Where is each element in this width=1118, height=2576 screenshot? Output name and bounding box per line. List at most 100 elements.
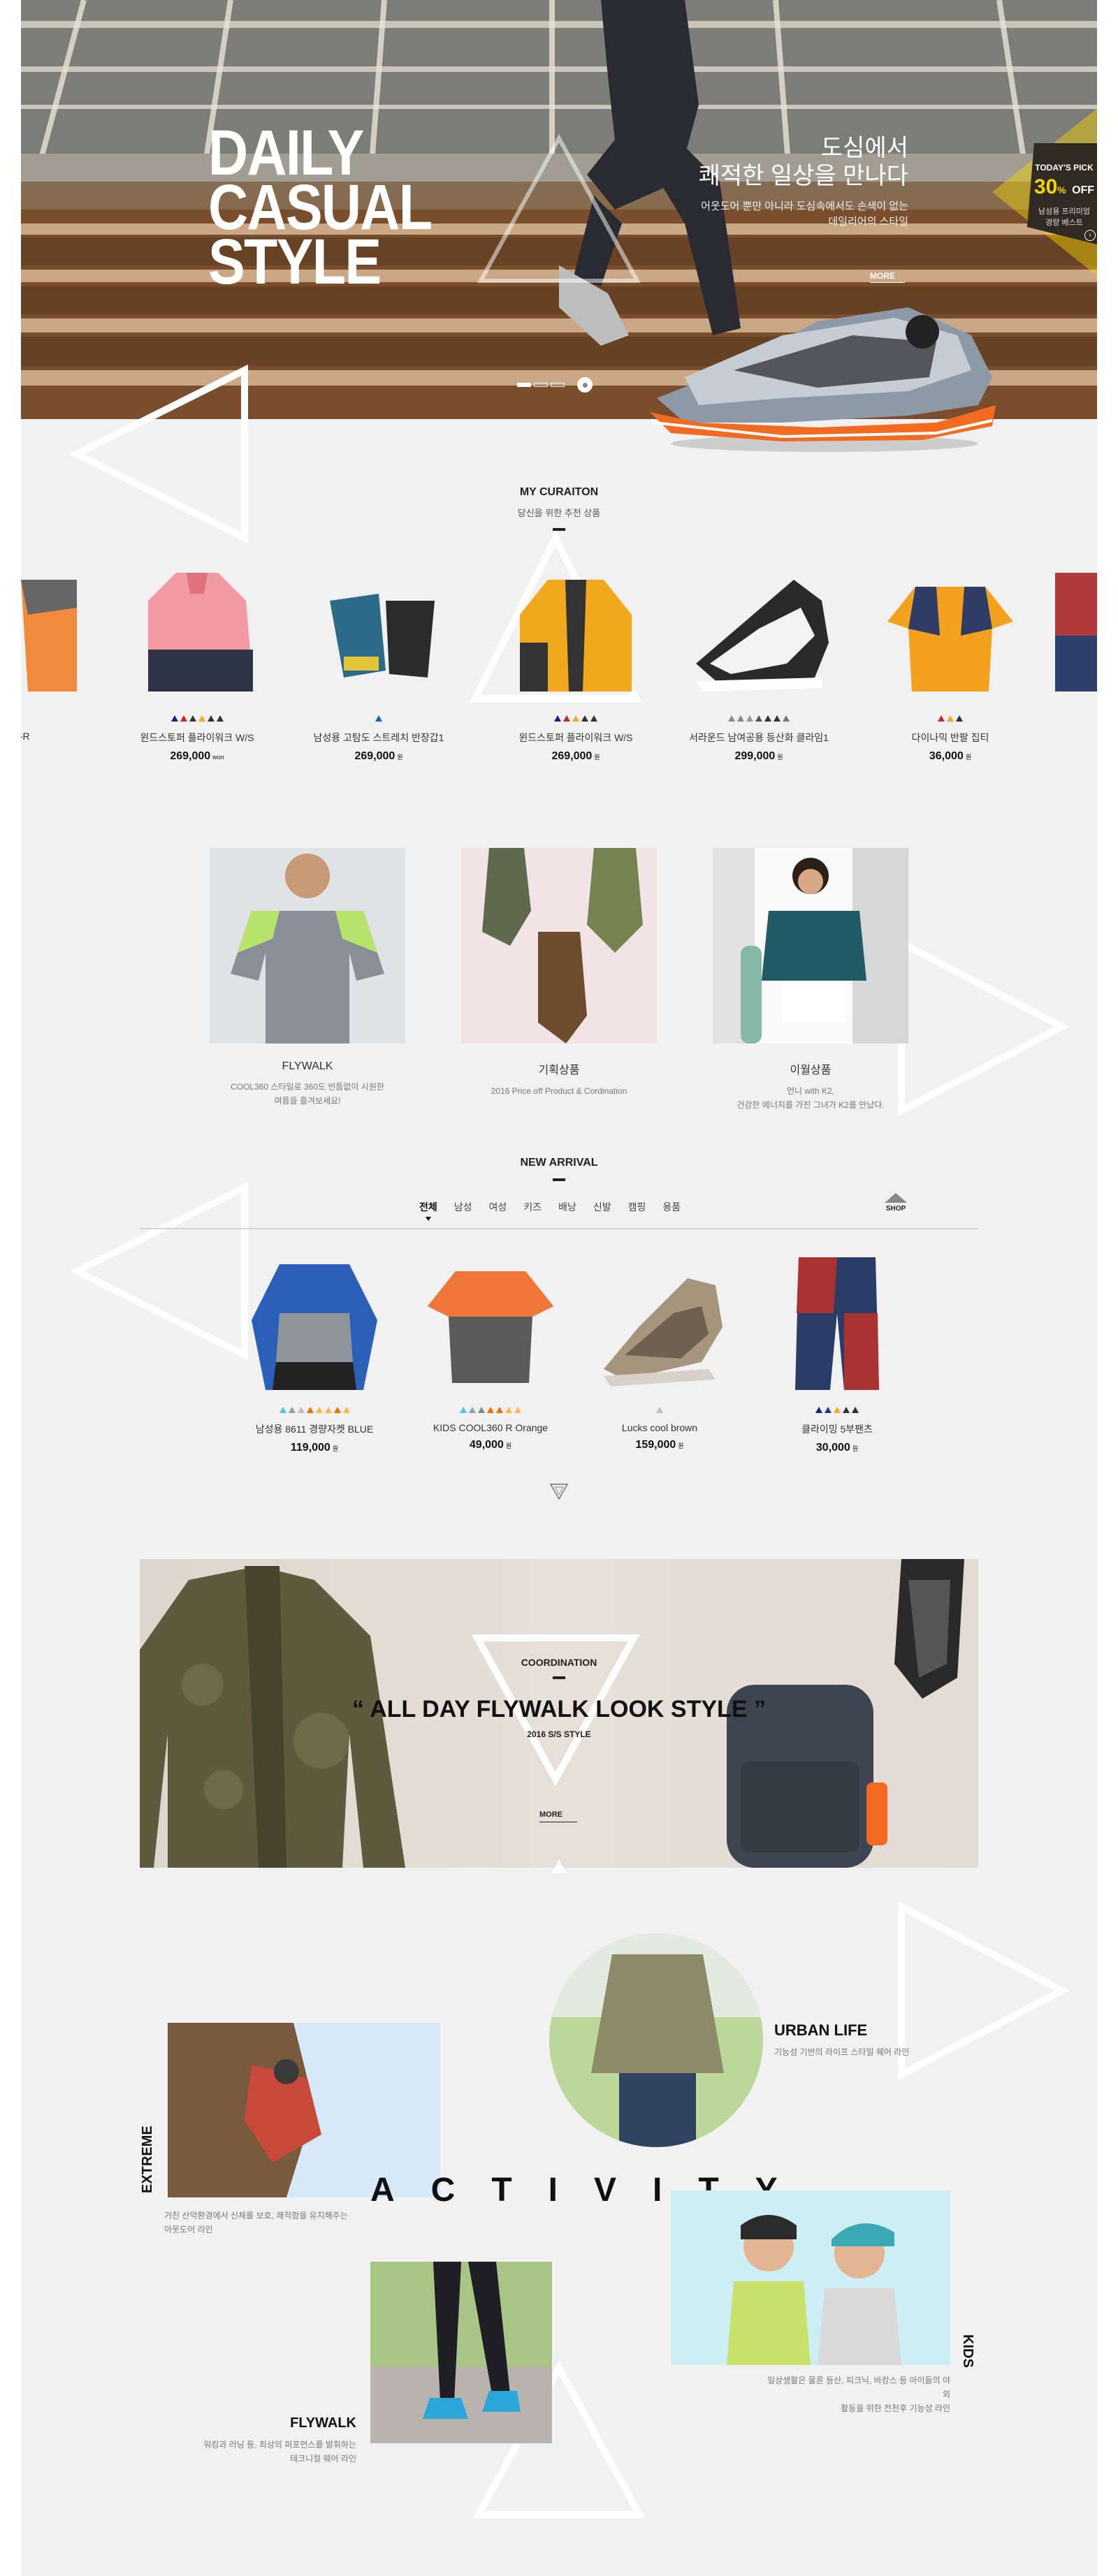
color-swatch[interactable] xyxy=(375,715,382,722)
color-swatch[interactable] xyxy=(487,1407,494,1413)
product-name[interactable]: 윈드스토퍼 플라이워크 W/S xyxy=(499,731,653,745)
product-name[interactable]: 다이나믹 반팔 집티 xyxy=(873,731,1027,745)
color-swatch[interactable] xyxy=(572,715,579,722)
color-swatch[interactable] xyxy=(216,715,224,722)
load-more-icon[interactable] xyxy=(549,1481,569,1502)
tab-backpack[interactable]: 배낭 xyxy=(558,1200,576,1214)
color-swatch[interactable] xyxy=(207,715,215,722)
product-image[interactable] xyxy=(499,559,653,705)
color-swatch[interactable] xyxy=(333,1407,341,1413)
color-swatch[interactable] xyxy=(774,715,781,722)
tab-shoes[interactable]: 신발 xyxy=(593,1200,611,1214)
todays-pick-badge[interactable]: TODAY'S PICK 30% OFF 남성용 프리미엄 경량 베스트 › xyxy=(992,108,1097,283)
product-card[interactable]: 클라이밍 5부팬츠 30,000 원 xyxy=(760,1250,914,1454)
color-swatch[interactable] xyxy=(938,715,945,722)
tab-men[interactable]: 남성 xyxy=(454,1200,472,1214)
product-card[interactable]: 남성용 8611 경량자켓 BLUE 119,000 원 xyxy=(238,1250,391,1454)
color-swatch[interactable] xyxy=(825,1407,832,1413)
color-swatch[interactable] xyxy=(843,1407,850,1413)
product-image[interactable] xyxy=(238,1250,391,1397)
product-image[interactable] xyxy=(120,559,274,705)
slider-dot[interactable] xyxy=(517,383,531,387)
color-swatch[interactable] xyxy=(834,1407,841,1413)
kids-title[interactable]: KIDS xyxy=(959,2334,975,2368)
color-swatch[interactable] xyxy=(815,1407,822,1413)
color-swatch[interactable] xyxy=(469,1407,476,1413)
color-swatch[interactable] xyxy=(198,715,205,722)
product-card[interactable]: 클라이밍 5 30,000원 xyxy=(1055,559,1097,763)
color-swatch[interactable] xyxy=(315,1407,323,1413)
product-image[interactable] xyxy=(583,1250,736,1397)
product-name[interactable]: 윈드스토퍼 플라이워크 W/S xyxy=(120,731,274,745)
product-card[interactable]: 서라운드 남여공용 등산화 클라임1 299,000 원 xyxy=(682,559,836,763)
color-swatch[interactable] xyxy=(306,1407,314,1413)
product-image[interactable] xyxy=(414,1250,567,1397)
urban-life-image[interactable] xyxy=(549,1933,763,2147)
color-swatch[interactable] xyxy=(590,715,597,722)
product-card[interactable]: 남성용 고탐도 스트레치 반장갑1 269,000 원 xyxy=(302,559,456,763)
feature-card-planned[interactable]: 기획상품 2016 Price off Product & Cordinatio… xyxy=(461,848,657,1098)
slider-dot[interactable] xyxy=(551,383,565,387)
flywalk-title[interactable]: FLYWALK xyxy=(245,2415,356,2431)
slider-dot[interactable] xyxy=(534,383,548,387)
extreme-title[interactable]: EXTREME xyxy=(140,2125,156,2193)
product-name[interactable]: Lucks cool brown xyxy=(583,1422,736,1433)
product-image[interactable] xyxy=(1055,559,1097,705)
color-swatch[interactable] xyxy=(279,1407,286,1413)
color-swatch[interactable] xyxy=(656,1407,663,1413)
color-swatch[interactable] xyxy=(728,715,735,722)
product-card[interactable]: KIDS COOL360 R Orange 49,000 원 xyxy=(414,1250,567,1451)
color-swatch[interactable] xyxy=(297,1407,305,1413)
tab-kids[interactable]: 키즈 xyxy=(523,1200,542,1214)
hero-shoe-image[interactable] xyxy=(643,293,1006,454)
feature-card-carryover[interactable]: 이월상품 언니 with K2, 건강한 에너지를 가진 그녀가 K2를 만났다… xyxy=(713,848,908,1112)
product-name[interactable]: 클라이밍 5부팬츠 xyxy=(760,1422,914,1436)
product-name[interactable]: 남성용 8611 경량자켓 BLUE xyxy=(238,1422,391,1436)
color-swatch[interactable] xyxy=(505,1407,512,1413)
color-swatch[interactable] xyxy=(947,715,954,722)
color-swatch[interactable] xyxy=(342,1407,350,1413)
feature-card-flywalk[interactable]: FLYWALK COOL360 스타일로 360도 빈틈없이 시원한 여름을 즐… xyxy=(210,848,405,1108)
product-image[interactable] xyxy=(302,559,456,705)
shop-button[interactable]: SHOP xyxy=(880,1192,911,1213)
product-image[interactable] xyxy=(873,559,1027,705)
color-swatch[interactable] xyxy=(189,715,196,722)
tab-camping[interactable]: 캠핑 xyxy=(628,1200,646,1214)
chevron-right-icon[interactable]: › xyxy=(1084,230,1096,241)
product-name[interactable]: 남성용 고탐도 스트레치 반장갑1 xyxy=(302,731,456,745)
tab-all[interactable]: 전체 xyxy=(419,1200,437,1221)
product-card[interactable]: 윈드스토퍼 플라이워크 W/S 269,000 won xyxy=(120,559,274,763)
coordination-more-link[interactable]: MORE xyxy=(539,1810,562,1819)
color-swatch[interactable] xyxy=(180,715,187,722)
product-image[interactable] xyxy=(21,559,77,705)
color-swatch[interactable] xyxy=(755,715,762,722)
flywalk-image[interactable] xyxy=(370,2262,552,2443)
color-swatch[interactable] xyxy=(170,715,178,722)
color-swatch[interactable] xyxy=(783,715,790,722)
color-swatch[interactable] xyxy=(956,715,963,722)
color-swatch[interactable] xyxy=(581,715,588,722)
tab-women[interactable]: 여성 xyxy=(489,1200,507,1214)
product-name[interactable]: 클라이밍 5 xyxy=(1055,731,1097,745)
color-swatch[interactable] xyxy=(764,715,771,722)
color-swatch[interactable] xyxy=(324,1407,332,1413)
product-card[interactable]: 윈드스토퍼 플라이워크 W/S 269,000 원 xyxy=(499,559,653,763)
product-card[interactable]: ASH TECH-R 0원 xyxy=(21,559,77,760)
color-swatch[interactable] xyxy=(460,1407,467,1413)
product-card[interactable]: Lucks cool brown 159,000 원 xyxy=(583,1250,736,1451)
color-swatch[interactable] xyxy=(554,715,561,722)
color-swatch[interactable] xyxy=(514,1407,521,1413)
product-name[interactable]: 서라운드 남여공용 등산화 클라임1 xyxy=(682,731,836,745)
coordination-banner[interactable]: COORDINATION “ ALL DAY FLYWALK LOOK STYL… xyxy=(140,1559,978,1868)
hero-more-link[interactable]: MORE xyxy=(870,271,895,281)
color-swatch[interactable] xyxy=(852,1407,859,1413)
product-name[interactable]: KIDS COOL360 R Orange xyxy=(414,1422,567,1433)
urban-life-title[interactable]: URBAN LIFE xyxy=(774,2021,867,2040)
color-swatch[interactable] xyxy=(746,715,753,722)
color-swatch[interactable] xyxy=(737,715,744,722)
product-card[interactable]: 다이나믹 반팔 집티 36,000 원 xyxy=(873,559,1027,763)
product-name[interactable]: ASH TECH-R xyxy=(21,731,77,742)
tab-gear[interactable]: 용품 xyxy=(662,1200,681,1214)
color-swatch[interactable] xyxy=(563,715,570,722)
product-image[interactable] xyxy=(760,1250,914,1397)
